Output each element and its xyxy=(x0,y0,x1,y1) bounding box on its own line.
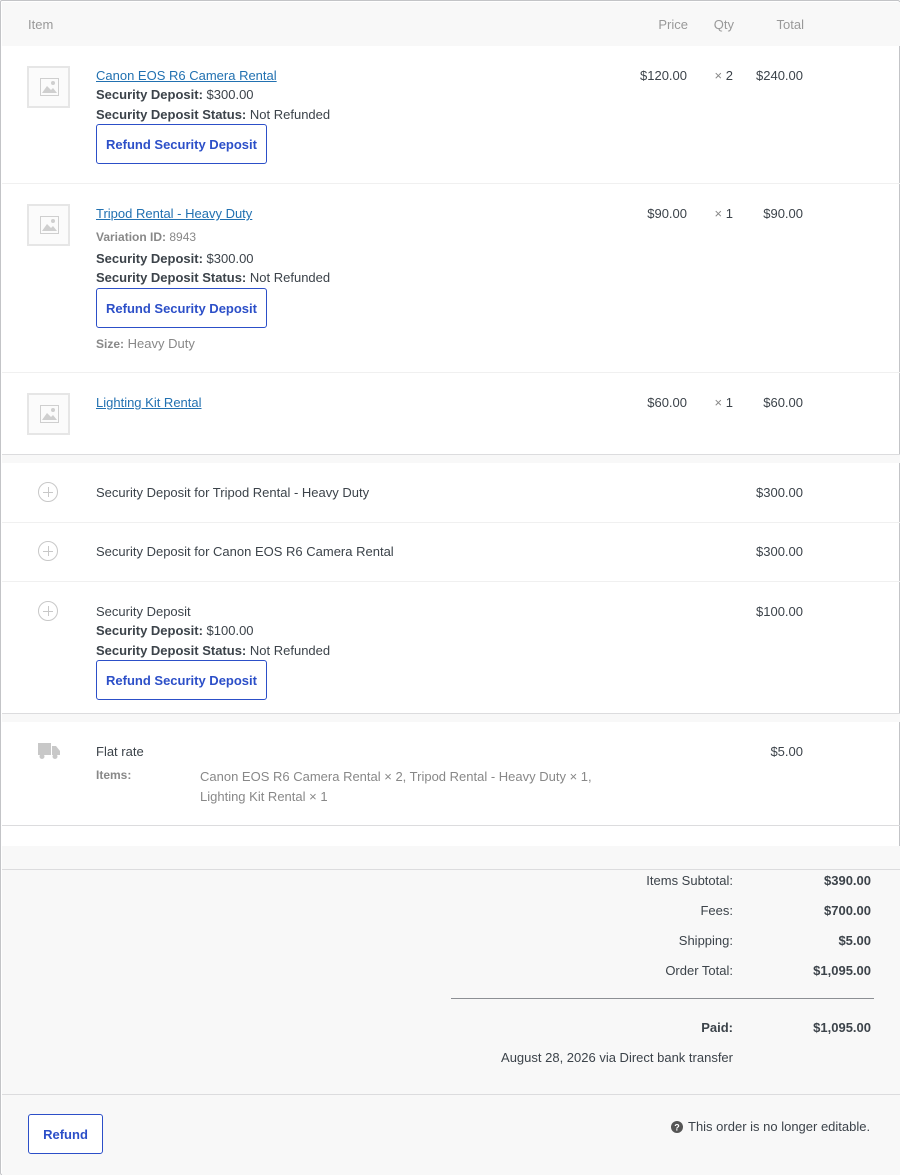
security-deposit-status: Security Deposit Status: Not Refunded xyxy=(96,643,331,658)
refund-security-deposit-button[interactable]: Refund Security Deposit xyxy=(96,124,267,164)
help-icon: ? xyxy=(671,1121,683,1133)
item-qty: × 1 xyxy=(714,206,733,221)
items-table-header: Item Price Qty Total xyxy=(2,2,900,46)
refund-security-deposit-button[interactable]: Refund Security Deposit xyxy=(96,288,267,328)
order-items-panel: Item Price Qty Total Canon EOS R6 Camera… xyxy=(0,0,900,1175)
col-total: Total xyxy=(776,17,804,32)
svg-text:?: ? xyxy=(674,1123,680,1133)
security-deposit-meta: Security Deposit: $300.00 xyxy=(96,87,254,102)
fees-value: $700.00 xyxy=(824,903,871,918)
image-placeholder-icon xyxy=(40,405,59,423)
paid-date-method: August 28, 2026 via Direct bank transfer xyxy=(501,1050,733,1065)
item-price: $120.00 xyxy=(640,68,687,83)
items-subtotal-value: $390.00 xyxy=(824,873,871,888)
fee-name: Security Deposit xyxy=(96,604,191,619)
paid-value: $1,095.00 xyxy=(813,1020,871,1035)
product-link-lighting-kit[interactable]: Lighting Kit Rental xyxy=(96,395,202,410)
fee-plus-icon xyxy=(38,541,58,561)
truck-icon xyxy=(38,743,60,759)
fee-total: $300.00 xyxy=(756,544,803,559)
product-thumbnail-placeholder xyxy=(27,204,70,246)
row-divider xyxy=(2,372,900,373)
item-price: $60.00 xyxy=(647,395,687,410)
variation-id: Variation ID: 8943 xyxy=(96,230,197,244)
shipping-items-label: Items: xyxy=(96,768,132,782)
col-qty: Qty xyxy=(713,17,734,32)
refund-button[interactable]: Refund xyxy=(28,1114,103,1154)
item-qty: × 2 xyxy=(714,68,733,83)
product-thumbnail-placeholder xyxy=(27,393,70,435)
item-total: $240.00 xyxy=(756,68,803,83)
shipping-total: $5.00 xyxy=(770,744,803,759)
col-price: Price xyxy=(658,17,688,32)
product-thumbnail-placeholder xyxy=(27,66,70,108)
fee-total: $100.00 xyxy=(756,604,803,619)
security-deposit-status: Security Deposit Status: Not Refunded xyxy=(96,107,331,122)
section-divider xyxy=(2,713,900,722)
item-meta-size: Size: Heavy Duty xyxy=(96,336,195,351)
order-actions-footer xyxy=(2,1094,900,1175)
refund-security-deposit-button[interactable]: Refund Security Deposit xyxy=(96,660,267,700)
section-divider xyxy=(2,454,900,463)
row-divider xyxy=(2,825,900,826)
security-deposit-meta: Security Deposit: $100.00 xyxy=(96,623,254,638)
fee-name: Security Deposit for Canon EOS R6 Camera… xyxy=(96,544,394,559)
fee-plus-icon xyxy=(38,601,58,621)
image-placeholder-icon xyxy=(40,78,59,96)
product-link-tripod[interactable]: Tripod Rental - Heavy Duty xyxy=(96,206,252,221)
col-item: Item xyxy=(28,17,54,32)
fee-total: $300.00 xyxy=(756,485,803,500)
shipping-items-line1: Canon EOS R6 Camera Rental × 2, Tripod R… xyxy=(200,769,592,784)
item-price: $90.00 xyxy=(647,206,687,221)
product-link-canon[interactable]: Canon EOS R6 Camera Rental xyxy=(96,68,277,83)
shipping-items-line2: Lighting Kit Rental × 1 xyxy=(200,789,328,804)
row-divider xyxy=(2,581,900,582)
totals-divider xyxy=(2,869,900,870)
row-divider xyxy=(2,183,900,184)
paid-divider xyxy=(451,998,874,999)
item-total: $90.00 xyxy=(763,206,803,221)
shipping-value: $5.00 xyxy=(838,933,871,948)
shipping-method-name: Flat rate xyxy=(96,744,144,759)
not-editable-notice: This order is no longer editable. xyxy=(688,1119,871,1134)
security-deposit-status: Security Deposit Status: Not Refunded xyxy=(96,270,331,285)
item-total: $60.00 xyxy=(763,395,803,410)
row-divider xyxy=(2,522,900,523)
image-placeholder-icon xyxy=(40,216,59,234)
fee-plus-icon xyxy=(38,482,58,502)
security-deposit-meta: Security Deposit: $300.00 xyxy=(96,251,254,266)
fee-name: Security Deposit for Tripod Rental - Hea… xyxy=(96,485,370,500)
item-qty: × 1 xyxy=(714,395,733,410)
order-total-value: $1,095.00 xyxy=(813,963,871,978)
